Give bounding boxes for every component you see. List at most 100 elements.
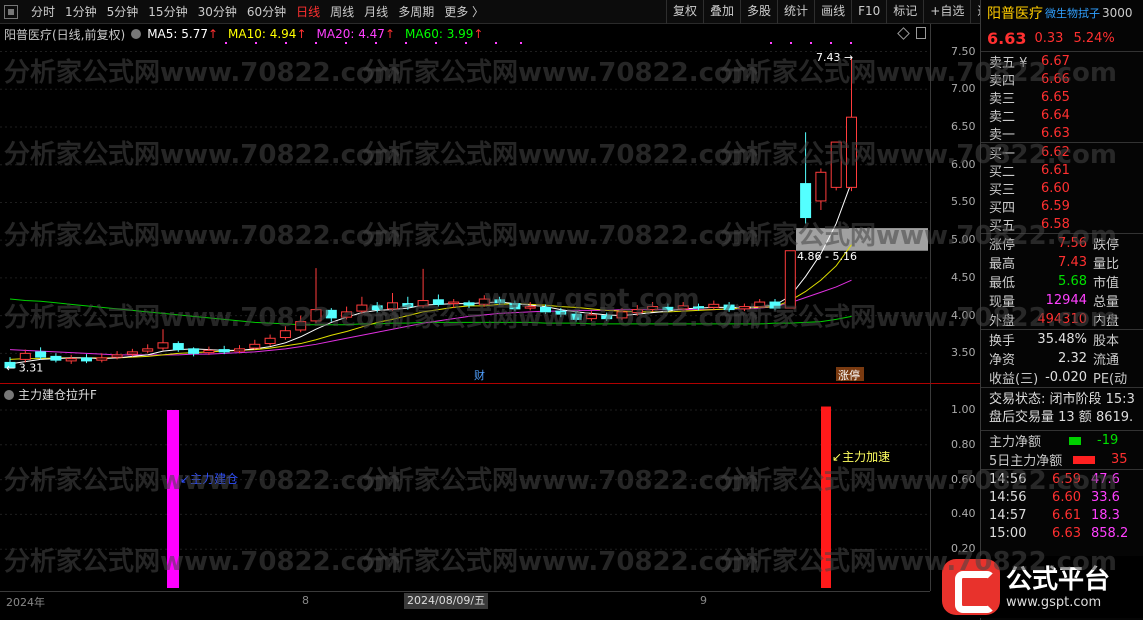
main-chart[interactable]: 7.43 → ← 3.31 4.86 - 5.16 财 涨停 阳普医疗(日线,前复权) …	[0, 24, 930, 383]
candle-body	[570, 313, 582, 320]
period-tab[interactable]: 分时	[26, 0, 60, 24]
price-tick: 6.00	[951, 157, 976, 171]
quote-panel: 阳普医疗 微生物拭子 3000 6.63 0.33 5.24% 卖五 ¥ 6.67…	[980, 0, 1143, 620]
period-tab[interactable]: 月线	[359, 0, 393, 24]
period-tab[interactable]: 日线	[291, 0, 325, 24]
maximize-icon[interactable]	[916, 27, 926, 39]
ma60-line	[9, 298, 852, 326]
indicator-tick: 0.40	[951, 507, 976, 521]
ask-label: 卖三	[989, 91, 1016, 107]
ma-info-line: 阳普医疗(日线,前复权) MA5: 5.77↑ MA10: 4.94↑ MA20…	[4, 26, 493, 42]
indicator-chart	[0, 406, 930, 588]
marker-cai: 财	[474, 368, 485, 382]
layout-icon[interactable]	[4, 5, 18, 19]
candlestick-chart: 7.43 → ← 3.31 4.86 - 5.16 财 涨停	[0, 42, 930, 382]
tick-price: 6.63	[1052, 525, 1081, 541]
stat-label: 外盘	[989, 314, 1016, 329]
ma60-label: MA60: 3.99↑	[405, 27, 484, 41]
marker-dot	[520, 42, 522, 44]
settings-circle-icon[interactable]	[131, 29, 142, 39]
stat-label: 最高	[989, 257, 1016, 272]
period-tab[interactable]: 更多 〉	[439, 0, 489, 24]
marker-dot	[830, 42, 832, 44]
stat-value: 7.43	[1058, 255, 1087, 270]
ask-label: 卖一	[989, 127, 1016, 143]
marker-dot	[345, 42, 347, 44]
stat-label: 量比	[1093, 257, 1120, 272]
fund-flow: 主力净额 -19 5日主力净额 35	[981, 430, 1143, 469]
signal-bar-build	[167, 410, 179, 588]
settings-circle-icon[interactable]	[4, 389, 14, 400]
toolbar-button[interactable]: F10	[851, 0, 886, 24]
stat-value: -0.020	[1045, 370, 1087, 385]
marker-dot	[790, 42, 792, 44]
period-tab[interactable]: 多周期	[393, 0, 439, 24]
toolbar-button[interactable]: 统计	[777, 0, 814, 24]
low-annotation: ← 3.31	[6, 362, 43, 375]
tick-time: 15:00	[989, 525, 1027, 541]
stock-name[interactable]: 阳普医疗	[987, 3, 1043, 23]
candle-body	[830, 141, 842, 188]
period-tab[interactable]: 周线	[325, 0, 359, 24]
toolbar-button[interactable]: 画线	[814, 0, 851, 24]
candle-body	[96, 357, 108, 361]
period-tab[interactable]: 60分钟	[242, 0, 291, 24]
toolbar-button[interactable]: +自选	[923, 0, 970, 24]
bid-row: 买二 6.61	[981, 161, 1143, 180]
candle-body	[723, 304, 735, 311]
range-box	[796, 228, 928, 251]
stat-label: 内盘	[1093, 314, 1120, 329]
ma10-line	[9, 244, 852, 360]
stock-title: 阳普医疗(日线,前复权)	[4, 27, 126, 42]
price-row: 6.63 0.33 5.24%	[981, 26, 1143, 52]
marker-dot	[375, 42, 377, 44]
candle-body	[784, 250, 796, 309]
ask-label: 卖二	[989, 109, 1016, 125]
range-annotation: 4.86 - 5.16	[797, 250, 857, 263]
logo-icon	[942, 559, 1000, 615]
ask-row: 卖三 6.65	[981, 88, 1143, 107]
stat-value: 2.32	[1058, 351, 1087, 366]
toolbar-button[interactable]: 标记	[886, 0, 923, 24]
tick-row: 14:56 6.60 33.6	[981, 488, 1143, 506]
stat-value: 12944	[1045, 293, 1087, 308]
ma5-line	[9, 181, 852, 365]
stat-row: 涨停 7.56 跌停	[981, 234, 1143, 253]
tick-price: 6.61	[1052, 507, 1081, 523]
period-tab[interactable]: 1分钟	[60, 0, 102, 24]
candle-body	[662, 306, 674, 311]
period-tab[interactable]: 15分钟	[143, 0, 192, 24]
candle-body	[50, 355, 62, 361]
ask-label: 卖五 ¥	[989, 55, 1028, 71]
price-change-pct: 5.24%	[1073, 31, 1115, 46]
toolbar-button[interactable]: 复权	[666, 0, 703, 24]
period-tab[interactable]: 30分钟	[193, 0, 242, 24]
ask-price: 6.66	[1041, 71, 1070, 87]
price-tick: 7.50	[951, 44, 976, 58]
tick-volume: 858.2	[1091, 525, 1129, 541]
marker-dot	[850, 42, 852, 44]
date-label: 2024年	[6, 596, 45, 609]
candle-body	[203, 349, 215, 354]
stat-row: 净资 2.32 流通	[981, 349, 1143, 368]
candle-body	[157, 342, 169, 349]
bid-price: 6.60	[1041, 180, 1070, 196]
ask-book: 卖五 ¥ 6.67 卖四 6.66 卖三 6.65 卖二 6.64 卖一 6.63	[981, 52, 1143, 143]
signal-label-build: ↙主力建仓	[180, 472, 239, 486]
stat-row: 最高 7.43 量比	[981, 253, 1143, 272]
toolbar-button[interactable]: 多股	[740, 0, 777, 24]
stat-label: 现量	[989, 295, 1016, 310]
flow-label: 5日主力净额	[989, 454, 1063, 469]
period-tab[interactable]: 5分钟	[102, 0, 144, 24]
ask-label: 卖四	[989, 73, 1016, 89]
sub-indicator-panel[interactable]: 主力建仓拉升F ↙主力建仓 ↙主力加速	[0, 383, 930, 591]
candle-body	[800, 183, 812, 219]
stat-value: 7.56	[1058, 236, 1087, 251]
tick-list: 14:56 6.59 47.6 14:56 6.60 33.6 14:57 6.61 18.3 1…	[981, 469, 1143, 542]
marker-dot	[810, 42, 812, 44]
candle-body	[631, 309, 643, 314]
candle-body	[478, 298, 490, 305]
stock-concept[interactable]: 微生物拭子	[1045, 5, 1100, 21]
toolbar-button[interactable]: 叠加	[703, 0, 740, 24]
diamond-icon[interactable]	[897, 27, 910, 40]
